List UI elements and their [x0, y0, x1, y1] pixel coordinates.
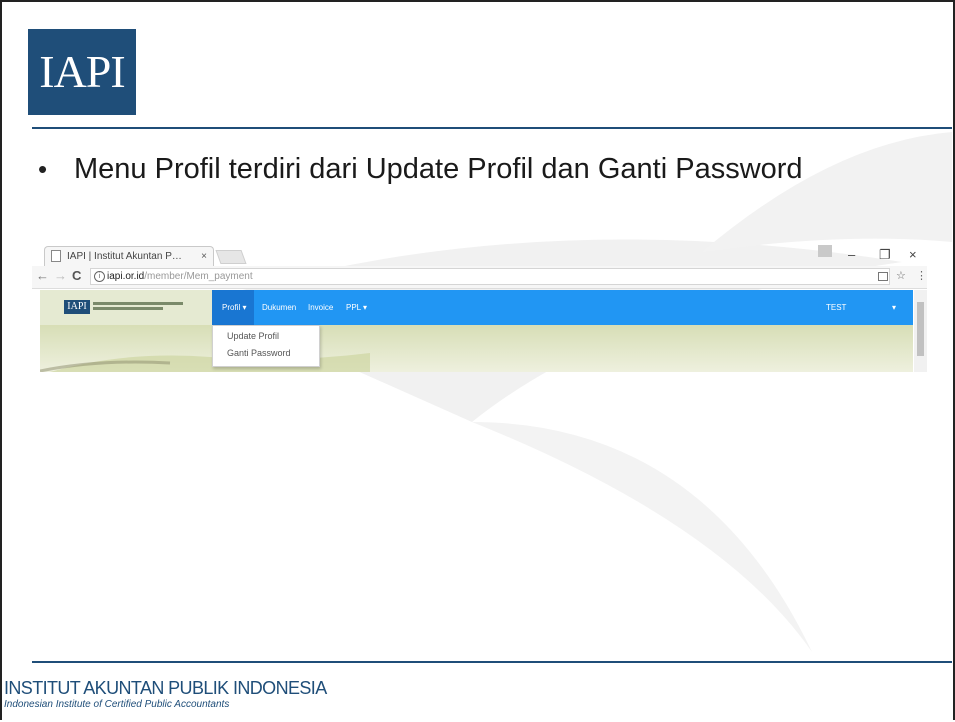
close-window-icon[interactable]: × — [909, 247, 917, 262]
website-viewport: IAPI Profil ▾ Dukumen Invoice PPL ▾ TEST… — [40, 290, 913, 372]
new-tab-button[interactable] — [215, 250, 247, 264]
minimize-icon[interactable]: – — [848, 247, 855, 262]
url-host: iapi.or.id — [107, 271, 145, 282]
footer-title: INSTITUT AKUNTAN PUBLIK INDONESIA — [4, 678, 327, 698]
url-path: /member/Mem_payment — [144, 271, 253, 282]
url-input[interactable]: i iapi.or.id/member/Mem_payment — [90, 268, 890, 285]
tab-title: IAPI | Institut Akuntan P… — [67, 251, 182, 262]
footer-divider — [32, 661, 952, 663]
reload-icon[interactable]: C — [72, 268, 81, 283]
scroll-thumb[interactable] — [917, 302, 924, 356]
footer-subtitle: Indonesian Institute of Certified Public… — [4, 699, 230, 710]
nav-invoice[interactable]: Invoice — [308, 290, 333, 325]
profil-dropdown: Update Profil Ganti Password — [212, 325, 320, 367]
nav-user[interactable]: TEST — [826, 290, 846, 325]
navbar-menu: Profil ▾ Dukumen Invoice PPL ▾ TEST ▾ — [212, 290, 913, 325]
maximize-icon[interactable]: ❐ — [879, 247, 891, 263]
tab-close-icon[interactable]: × — [201, 247, 207, 266]
nav-ppl[interactable]: PPL ▾ — [346, 290, 367, 325]
site-navbar: IAPI Profil ▾ Dukumen Invoice PPL ▾ TEST… — [40, 290, 913, 325]
slide: IAPI • Menu Profil terdiri dari Update Pr… — [0, 0, 955, 720]
browser-tab[interactable]: IAPI | Institut Akuntan P… × — [44, 246, 214, 266]
address-bar: ← → C i iapi.or.id/member/Mem_payment ☆ … — [32, 266, 927, 289]
site-logo[interactable]: IAPI — [64, 300, 90, 314]
translate-icon[interactable] — [878, 272, 888, 281]
nav-dukumen[interactable]: Dukumen — [262, 290, 296, 325]
back-icon[interactable]: ← — [36, 268, 49, 283]
bullet-point: • Menu Profil terdiri dari Update Profil … — [38, 149, 803, 195]
bullet-icon: • — [38, 154, 48, 184]
user-caret-icon[interactable]: ▾ — [892, 290, 896, 325]
header-divider — [32, 127, 952, 129]
nav-profil[interactable]: Profil ▾ — [212, 290, 254, 325]
site-logo-tagline — [93, 302, 183, 312]
bullet-text: Menu Profil terdiri dari Update Profil d… — [74, 153, 803, 185]
decorative-wave — [40, 353, 370, 372]
browser-tabstrip: IAPI | Institut Akuntan P… × – ❐ × — [32, 242, 927, 266]
scrollbar[interactable] — [914, 290, 927, 372]
page-icon — [51, 250, 61, 262]
menu-icon[interactable]: ⋮ — [916, 269, 927, 282]
browser-screenshot: IAPI | Institut Akuntan P… × – ❐ × ← → C… — [32, 242, 927, 372]
logo-text: IAPI — [39, 46, 125, 97]
forward-icon[interactable]: → — [54, 268, 67, 283]
dropdown-update-profil[interactable]: Update Profil — [227, 331, 279, 341]
bookmark-star-icon[interactable]: ☆ — [896, 269, 906, 282]
dropdown-ganti-password[interactable]: Ganti Password — [227, 348, 291, 358]
info-icon[interactable]: i — [94, 271, 105, 282]
profile-icon[interactable] — [818, 245, 832, 257]
iapi-logo: IAPI — [28, 29, 136, 115]
